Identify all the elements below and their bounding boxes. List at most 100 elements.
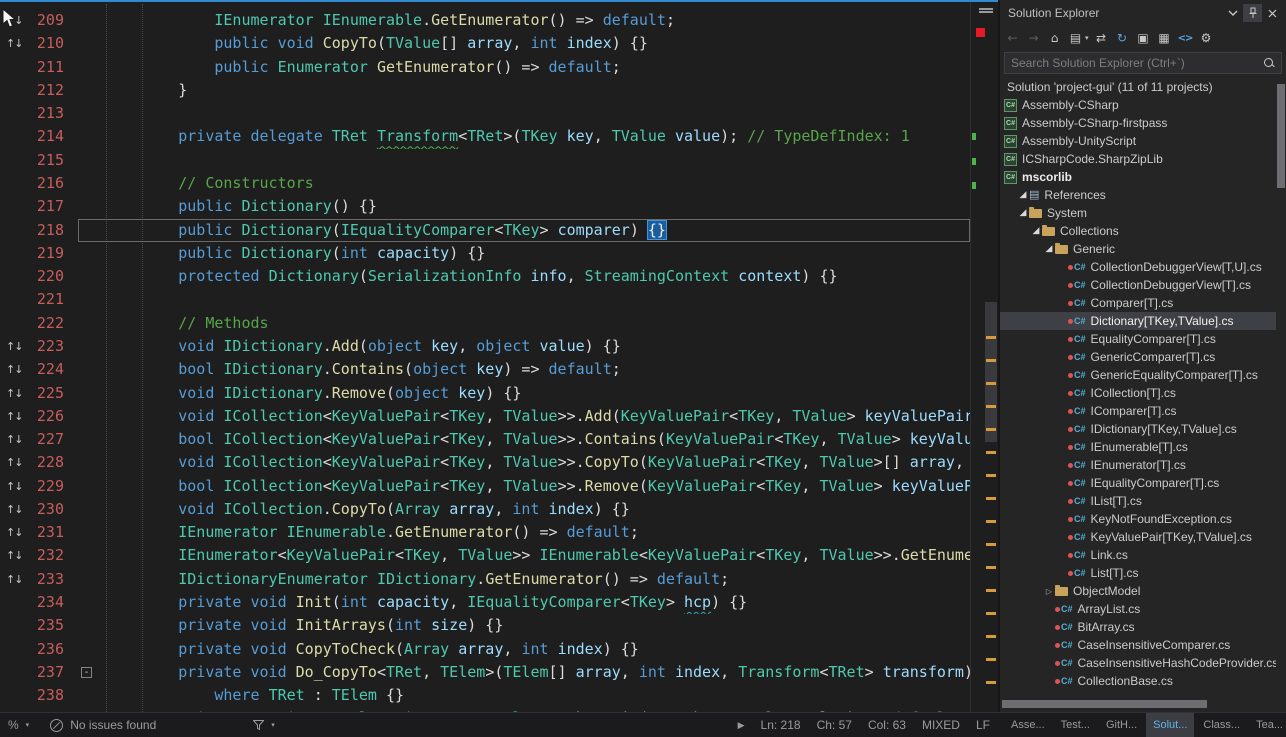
- tree-item[interactable]: ◢▤References: [1000, 186, 1276, 204]
- tree-item[interactable]: C#ICollection[T].cs: [1000, 384, 1276, 402]
- code-line[interactable]: 212 }: [0, 79, 970, 102]
- tree-item[interactable]: C#CollectionBase.cs: [1000, 672, 1276, 690]
- hscroll-thumb[interactable]: [1002, 700, 1207, 708]
- back-icon[interactable]: ←: [1004, 29, 1021, 47]
- tree-item[interactable]: ▷ObjectModel: [1000, 582, 1276, 600]
- tree-item[interactable]: C#Link.cs: [1000, 546, 1276, 564]
- no-issues-label[interactable]: No issues found: [70, 718, 156, 732]
- tree-item[interactable]: C#Assembly-UnityScript: [1000, 132, 1276, 150]
- tool-tab-asse[interactable]: Asse...: [1004, 713, 1052, 737]
- tree-vscrollbar[interactable]: [1276, 78, 1286, 696]
- code-line[interactable]: ↑↓227 bool ICollection<KeyValuePair<TKey…: [0, 428, 970, 451]
- tree-item[interactable]: C#CaseInsensitiveHashCodeProvider.cs: [1000, 654, 1276, 672]
- tree-hscrollbar[interactable]: [1000, 699, 1276, 709]
- fold-collapse-button[interactable]: -: [81, 667, 92, 678]
- tree-item[interactable]: ◢System: [1000, 204, 1276, 222]
- tree-item[interactable]: C#KeyNotFoundException.cs: [1000, 510, 1276, 528]
- code-line[interactable]: ↑↓223 void IDictionary.Add(object key, o…: [0, 335, 970, 358]
- run-indicator-icon[interactable]: ▶: [738, 720, 745, 731]
- switch-views-icon[interactable]: ▤: [1067, 29, 1084, 47]
- splitter-grip-icon[interactable]: [979, 7, 993, 14]
- tree-item[interactable]: C#IEnumerator[T].cs: [1000, 456, 1276, 474]
- expander-open-icon[interactable]: ◢: [1017, 208, 1029, 218]
- search-icon[interactable]: [1263, 57, 1275, 69]
- tree-item[interactable]: C#IDictionary[TKey,TValue].cs: [1000, 420, 1276, 438]
- panel-menu-icon[interactable]: [1223, 4, 1242, 22]
- home-icon[interactable]: ⌂: [1046, 29, 1063, 47]
- code-line[interactable]: ↑↓232 IEnumerator<KeyValuePair<TKey, TVa…: [0, 544, 970, 567]
- zoom-caret-icon[interactable]: ▾: [26, 721, 30, 729]
- code-line[interactable]: 220 protected Dictionary(SerializationIn…: [0, 265, 970, 288]
- code-line[interactable]: 221: [0, 288, 970, 311]
- tree-item[interactable]: C#List[T].cs: [1000, 564, 1276, 582]
- code-line[interactable]: 213: [0, 102, 970, 125]
- tree-item[interactable]: C#EqualityComparer[T].cs: [1000, 330, 1276, 348]
- code-line[interactable]: 234 private void Init(int capacity, IEqu…: [0, 591, 970, 614]
- search-input[interactable]: [1011, 56, 1263, 70]
- tree-item[interactable]: C#Comparer[T].cs: [1000, 294, 1276, 312]
- code-line[interactable]: 222 // Methods: [0, 312, 970, 335]
- code-line[interactable]: 238 where TRet : TElem {}: [0, 684, 970, 707]
- dropdown-caret-icon[interactable]: ▾: [1085, 34, 1089, 42]
- code-line[interactable]: ↑↓233 IDictionaryEnumerator IDictionary.…: [0, 568, 970, 591]
- code-line[interactable]: ↑↓224 bool IDictionary.Contains(object k…: [0, 358, 970, 381]
- tree-item[interactable]: ◢Collections: [1000, 222, 1276, 240]
- tree-item[interactable]: C#ICSharpCode.SharpZipLib: [1000, 150, 1276, 168]
- filter-caret-icon[interactable]: ▾: [271, 721, 275, 729]
- tree-item[interactable]: C#GenericEqualityComparer[T].cs: [1000, 366, 1276, 384]
- tree-item[interactable]: ◢Generic: [1000, 240, 1276, 258]
- properties-icon[interactable]: ⚙: [1198, 29, 1215, 47]
- refresh-icon[interactable]: ↻: [1114, 29, 1131, 47]
- tree-item[interactable]: C#CollectionDebuggerView[T,U].cs: [1000, 258, 1276, 276]
- code-line[interactable]: ↑↓230 void ICollection.CopyTo(Array arra…: [0, 498, 970, 521]
- code-line[interactable]: ↑↓226 void ICollection<KeyValuePair<TKey…: [0, 405, 970, 428]
- code-line[interactable]: 237- private void Do_CopyTo<TRet, TElem>…: [0, 661, 970, 684]
- view-code-icon[interactable]: <>: [1177, 29, 1194, 47]
- tool-tab-gith[interactable]: GitH...: [1099, 713, 1144, 737]
- encoding-indicator[interactable]: MIXED: [922, 718, 960, 732]
- expander-open-icon[interactable]: ◢: [1017, 190, 1029, 200]
- tree-item[interactable]: C#Assembly-CSharp: [1000, 96, 1276, 114]
- tree-item[interactable]: C#IList[T].cs: [1000, 492, 1276, 510]
- code-line[interactable]: 218 public Dictionary(IEqualityComparer<…: [0, 219, 970, 242]
- column-indicator[interactable]: Col: 63: [868, 718, 906, 732]
- code-line[interactable]: 214 private delegate TRet Transform<TRet…: [0, 125, 970, 148]
- eol-indicator[interactable]: LF: [976, 718, 990, 732]
- tree-item[interactable]: C#IEnumerable[T].cs: [1000, 438, 1276, 456]
- expander-closed-icon[interactable]: ▷: [1043, 587, 1055, 596]
- code-line[interactable]: ↑↓225 void IDictionary.Remove(object key…: [0, 382, 970, 405]
- code-editor[interactable]: ↑↓209 IEnumerator IEnumerable.GetEnumera…: [0, 0, 998, 712]
- char-indicator[interactable]: Ch: 57: [817, 718, 852, 732]
- code-line[interactable]: 216 // Constructors: [0, 172, 970, 195]
- tree-item[interactable]: C#IEqualityComparer[T].cs: [1000, 474, 1276, 492]
- tree-item[interactable]: C#BitArray.cs: [1000, 618, 1276, 636]
- close-icon[interactable]: [1263, 4, 1282, 22]
- expander-open-icon[interactable]: ◢: [1043, 244, 1055, 254]
- code-line[interactable]: 219 public Dictionary(int capacity) {}: [0, 242, 970, 265]
- copy-docs-icon[interactable]: ▣: [1135, 29, 1152, 47]
- tool-tab-test[interactable]: Test...: [1054, 713, 1097, 737]
- sync-active-icon[interactable]: ⇄: [1093, 29, 1110, 47]
- code-line[interactable]: 217 public Dictionary() {}: [0, 195, 970, 218]
- tree-item[interactable]: C#CaseInsensitiveComparer.cs: [1000, 636, 1276, 654]
- filter-icon[interactable]: [253, 720, 264, 730]
- tree-item[interactable]: C#Assembly-CSharp-firstpass: [1000, 114, 1276, 132]
- tree-item[interactable]: Solution 'project-gui' (11 of 11 project…: [1000, 78, 1276, 96]
- forward-icon[interactable]: →: [1025, 29, 1042, 47]
- expander-open-icon[interactable]: ◢: [1030, 226, 1042, 236]
- tool-tab-solut[interactable]: Solut...: [1146, 713, 1194, 737]
- line-indicator[interactable]: Ln: 218: [761, 718, 801, 732]
- show-all-files-icon[interactable]: ▦: [1156, 29, 1173, 47]
- code-line[interactable]: 235 private void InitArrays(int size) {}: [0, 614, 970, 637]
- code-line[interactable]: 215: [0, 149, 970, 172]
- code-line[interactable]: ↑↓210 public void CopyTo(TValue[] array,…: [0, 32, 970, 55]
- tool-tab-class[interactable]: Class...: [1196, 713, 1247, 737]
- pin-icon[interactable]: [1243, 4, 1262, 22]
- code-line[interactable]: 239 private static KeyValuePair<TKey, TV…: [0, 707, 970, 712]
- code-line[interactable]: ↑↓231 IEnumerator IEnumerable.GetEnumera…: [0, 521, 970, 544]
- search-box[interactable]: [1004, 52, 1282, 74]
- tree-item[interactable]: C#Dictionary[TKey,TValue].cs: [1000, 312, 1276, 330]
- tree-item[interactable]: C#ArrayList.cs: [1000, 600, 1276, 618]
- scrollbar-thumb[interactable]: [985, 302, 997, 442]
- tree-item[interactable]: C#IComparer[T].cs: [1000, 402, 1276, 420]
